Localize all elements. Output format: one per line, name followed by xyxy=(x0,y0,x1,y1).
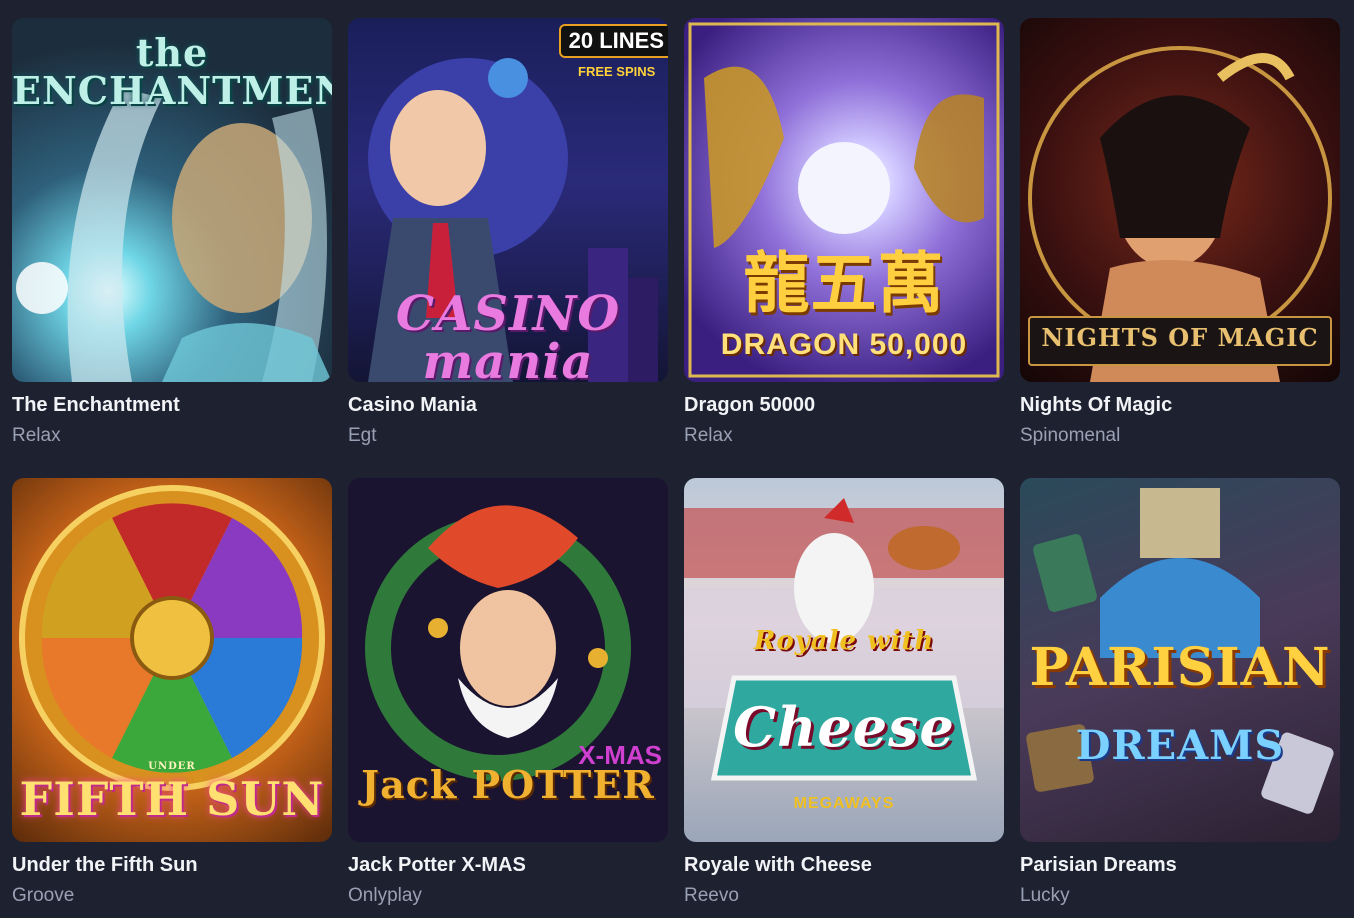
game-provider: Relax xyxy=(12,425,61,446)
megaways-badge: MEGAWAYS xyxy=(793,795,895,812)
game-provider: Reevo xyxy=(684,885,739,906)
casino-mania-logo-text: CASINO mania xyxy=(395,286,621,382)
game-provider: Relax xyxy=(684,425,733,446)
game-provider: Onlyplay xyxy=(348,885,422,906)
game-title[interactable]: Casino Mania xyxy=(348,394,668,416)
game-thumbnail-royale-with-cheese[interactable]: Royale with Cheese MEGAWAYS xyxy=(684,478,1004,842)
royale-with-text: Royale with xyxy=(753,626,935,656)
fifth-sun-under-text: UNDER xyxy=(148,761,196,772)
game-card[interactable]: X-MAS Jack POTTER Jack Potter X-MAS Only… xyxy=(348,478,668,907)
game-title[interactable]: Royale with Cheese xyxy=(684,854,1004,876)
jack-potter-logo-text: Jack POTTER xyxy=(361,762,655,807)
game-provider: Lucky xyxy=(1020,885,1070,906)
game-title[interactable]: Parisian Dreams xyxy=(1020,854,1340,876)
game-title[interactable]: Dragon 50000 xyxy=(684,394,1004,416)
game-provider: Groove xyxy=(12,885,75,906)
fifth-sun-logo-text: FIFTH SUN xyxy=(19,772,325,826)
game-thumbnail-the-enchantment[interactable]: the ENCHANTMENT xyxy=(12,18,332,382)
enchantment-logo-text: the ENCHANTMENT xyxy=(12,30,332,113)
game-provider: Egt xyxy=(348,425,377,446)
game-thumbnail-casino-mania[interactable]: 20 LINES FREE SPINS CASINO mania xyxy=(348,18,668,382)
game-thumbnail-dragon-50000[interactable]: 龍五萬 DRAGON 50,000 xyxy=(684,18,1004,382)
game-thumbnail-nights-of-magic[interactable]: NIGHTS OF MAGIC xyxy=(1020,18,1340,382)
nights-of-magic-logo-text: NIGHTS OF MAGIC xyxy=(1041,323,1319,352)
game-thumbnail-jack-potter-xmas[interactable]: X-MAS Jack POTTER xyxy=(348,478,668,842)
game-card[interactable]: 龍五萬 DRAGON 50,000 Dragon 50000 Relax xyxy=(684,18,1004,447)
game-card[interactable]: NIGHTS OF MAGIC Nights Of Magic Spinomen… xyxy=(1020,18,1340,447)
parisian-logo-text: PARISIAN xyxy=(1029,637,1331,698)
game-card[interactable]: PARISIAN DREAMS Parisian Dreams Lucky xyxy=(1020,478,1340,907)
game-card[interactable]: UNDER FIFTH SUN Under the Fifth Sun Groo… xyxy=(12,478,332,907)
dragon-logo-text: DRAGON 50,000 xyxy=(720,328,968,361)
game-thumbnail-under-the-fifth-sun[interactable]: UNDER FIFTH SUN xyxy=(12,478,332,842)
game-thumbnail-parisian-dreams[interactable]: PARISIAN DREAMS xyxy=(1020,478,1340,842)
game-card[interactable]: 20 LINES FREE SPINS CASINO mania Casino … xyxy=(348,18,668,447)
game-card[interactable]: the ENCHANTMENT The Enchantment Relax xyxy=(12,18,332,447)
game-title[interactable]: Nights Of Magic xyxy=(1020,394,1340,416)
cheese-logo-text: Cheese xyxy=(733,695,955,759)
lines-badge: 20 LINES xyxy=(558,24,668,58)
game-provider: Spinomenal xyxy=(1020,425,1121,446)
game-title[interactable]: Under the Fifth Sun xyxy=(12,854,332,876)
dreams-logo-text: DREAMS xyxy=(1075,722,1285,769)
dragon-logo-chinese: 龍五萬 xyxy=(743,244,945,322)
game-card[interactable]: Royale with Cheese MEGAWAYS Royale with … xyxy=(684,478,1004,907)
free-spins-badge: FREE SPINS xyxy=(578,64,656,79)
royale-with-cheese-art xyxy=(684,498,1004,781)
game-grid: the ENCHANTMENT The Enchantment Relax 20… xyxy=(0,0,1354,918)
game-title[interactable]: Jack Potter X-MAS xyxy=(348,854,668,876)
game-title[interactable]: The Enchantment xyxy=(12,394,332,416)
